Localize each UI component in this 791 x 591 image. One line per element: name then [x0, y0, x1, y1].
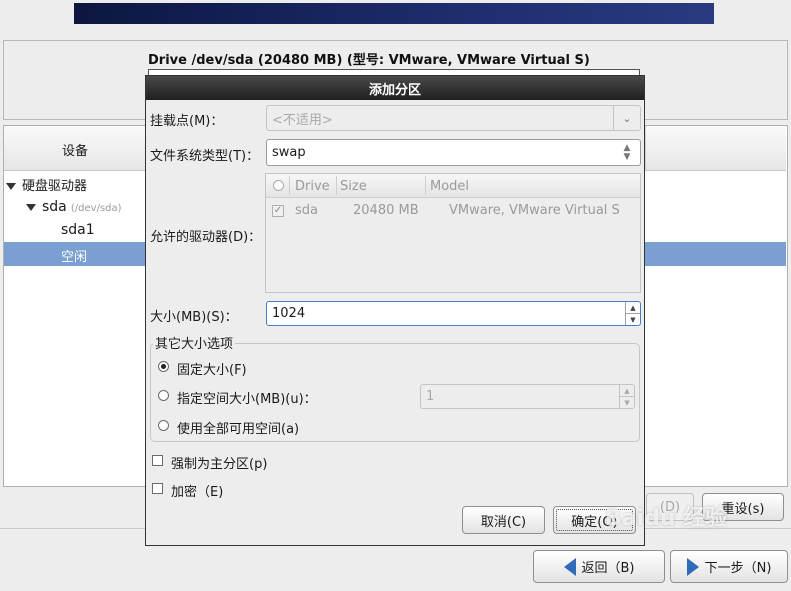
- tree-item-sda[interactable]: sda (/dev/sda): [26, 199, 122, 215]
- spin-down-icon[interactable]: ▼: [620, 396, 634, 408]
- mount-point-label: 挂载点(M)：: [150, 114, 224, 129]
- watermark-logo: Baidu 经验: [605, 506, 728, 531]
- spin-down-icon[interactable]: ▼: [626, 313, 640, 325]
- fstype-combo[interactable]: swap ▲ ▼: [266, 139, 641, 166]
- size-value: 1024: [272, 306, 306, 321]
- size-spin-buttons[interactable]: ▲ ▼: [625, 302, 640, 325]
- max-size-label[interactable]: 指定空间大小(MB)(u)：: [177, 388, 317, 407]
- encrypt-checkbox[interactable]: [152, 483, 163, 494]
- tree-item-label: sda1: [61, 222, 95, 238]
- fstype-value: swap: [272, 145, 306, 160]
- installer-banner: [74, 3, 714, 24]
- tree-item-label: 空闲: [61, 250, 88, 265]
- mount-point-combo[interactable]: <不适用> ⌄: [266, 105, 641, 131]
- tree-item-free[interactable]: 空闲: [61, 246, 87, 265]
- allowed-drives-label: 允许的驱动器(D)：: [150, 230, 262, 245]
- arrow-left-icon: [563, 557, 576, 576]
- next-label: 下一步（N): [704, 561, 772, 576]
- expand-triangle-icon[interactable]: [26, 204, 36, 211]
- size-label: 大小(MB)(S)：: [150, 310, 238, 325]
- back-label: 返回（B): [581, 561, 635, 576]
- spin-up-icon[interactable]: ▲: [626, 302, 640, 313]
- spin-up-icon[interactable]: ▲: [620, 385, 634, 396]
- tree-item-label: 硬盘驱动器: [22, 179, 88, 194]
- back-button[interactable]: 返回（B): [533, 550, 665, 583]
- drive-cell-model: VMware, VMware Virtual S: [449, 203, 620, 218]
- expand-triangle-icon[interactable]: [6, 183, 16, 190]
- dialog-title: 添加分区: [146, 76, 644, 100]
- next-button[interactable]: 下一步（N): [670, 550, 788, 583]
- drives-col-drive[interactable]: Drive: [295, 179, 330, 194]
- size-spinbox[interactable]: 1024 ▲ ▼: [266, 301, 641, 326]
- fill-space-label[interactable]: 使用全部可用空间(a): [177, 418, 299, 437]
- tree-item-label: sda: [42, 199, 67, 215]
- drive-title: Drive /dev/sda (20480 MB) (型号: VMware, V…: [148, 53, 590, 68]
- max-size-spinbox[interactable]: 1 ▲ ▼: [420, 384, 635, 409]
- drives-col-size[interactable]: Size: [340, 179, 367, 194]
- column-device-label: 设备: [62, 144, 89, 159]
- chevron-down-icon[interactable]: ⌄: [613, 106, 640, 130]
- mount-point-value: <不适用>: [272, 112, 333, 128]
- column-separator: [289, 176, 290, 195]
- drive-cell-size: 20480 MB: [353, 203, 419, 218]
- column-separator: [336, 176, 337, 195]
- fstype-label: 文件系统类型(T)：: [150, 149, 260, 164]
- other-size-options-legend: 其它大小选项: [153, 333, 236, 352]
- column-separator: [425, 176, 426, 195]
- arrow-right-icon: [686, 557, 699, 576]
- drive-cell-drive: sda: [295, 203, 318, 218]
- max-size-value: 1: [426, 389, 435, 404]
- max-size-radio[interactable]: [158, 390, 169, 401]
- fill-space-radio[interactable]: [158, 420, 169, 431]
- column-header-right[interactable]: [645, 126, 786, 171]
- updown-chevron-icon[interactable]: ▲ ▼: [614, 140, 640, 165]
- force-primary-checkbox[interactable]: [152, 455, 163, 466]
- force-primary-label[interactable]: 强制为主分区(p): [171, 453, 267, 472]
- tree-item-sublabel: (/dev/sda): [70, 203, 122, 214]
- cancel-button[interactable]: 取消(C): [462, 506, 545, 534]
- encrypt-label[interactable]: 加密（E): [171, 481, 223, 500]
- drive-sda-checkbox[interactable]: ✓: [272, 205, 284, 217]
- tree-item-hard-drives[interactable]: 硬盘驱动器: [6, 175, 87, 194]
- tree-item-sda1[interactable]: sda1: [61, 222, 95, 238]
- fixed-size-radio[interactable]: [158, 361, 169, 372]
- fixed-size-label[interactable]: 固定大小(F): [177, 359, 247, 378]
- max-size-spin-buttons[interactable]: ▲ ▼: [619, 385, 634, 408]
- drives-col-model[interactable]: Model: [430, 179, 469, 194]
- header-select-icon: [273, 180, 284, 191]
